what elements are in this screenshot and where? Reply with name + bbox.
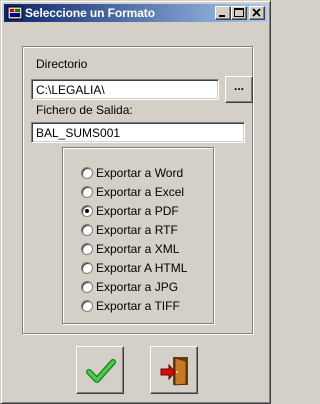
- radio-label: Exportar a PDF: [96, 204, 179, 218]
- exit-door-icon: [160, 357, 188, 386]
- browse-button[interactable]: ...: [225, 76, 253, 103]
- directorio-label: Directorio: [36, 57, 88, 71]
- radio-button[interactable]: [81, 243, 93, 255]
- maximize-button[interactable]: [231, 6, 247, 20]
- radio-label: Exportar a Excel: [96, 185, 185, 199]
- radio-label: Exportar a RTF: [96, 223, 178, 237]
- title-bar[interactable]: Seleccione un Formato: [4, 4, 267, 22]
- close-button[interactable]: [249, 6, 265, 20]
- radio-button[interactable]: [81, 224, 93, 236]
- radio-button-selected[interactable]: [81, 205, 93, 217]
- dialog-window: Seleccione un Formato Directorio C:\LEGA…: [0, 0, 271, 404]
- radio-label: Exportar a JPG: [96, 280, 179, 294]
- fichero-input[interactable]: BAL_SUMS001: [31, 122, 245, 143]
- radio-label: Exportar a XML: [96, 242, 180, 256]
- radio-button[interactable]: [81, 186, 93, 198]
- accept-button[interactable]: [76, 346, 124, 394]
- window-title: Seleccione un Formato: [25, 6, 155, 20]
- directorio-input[interactable]: C:\LEGALIA\: [31, 79, 219, 100]
- exit-button[interactable]: [150, 346, 198, 394]
- app-icon: [7, 6, 23, 20]
- fichero-label: Fichero de Salida:: [36, 103, 133, 117]
- radio-label: Exportar A HTML: [96, 261, 188, 275]
- radio-button[interactable]: [81, 167, 93, 179]
- radio-selected-dot: [85, 209, 89, 213]
- radio-button[interactable]: [81, 281, 93, 293]
- radio-button[interactable]: [81, 262, 93, 274]
- radio-label: Exportar a TIFF: [96, 299, 180, 313]
- maximize-icon: [234, 8, 244, 17]
- close-icon: [252, 8, 261, 17]
- minimize-button[interactable]: [215, 6, 231, 20]
- check-icon: [86, 359, 116, 383]
- minimize-icon: [219, 15, 225, 17]
- radio-label: Exportar a Word: [96, 166, 184, 180]
- radio-button[interactable]: [81, 300, 93, 312]
